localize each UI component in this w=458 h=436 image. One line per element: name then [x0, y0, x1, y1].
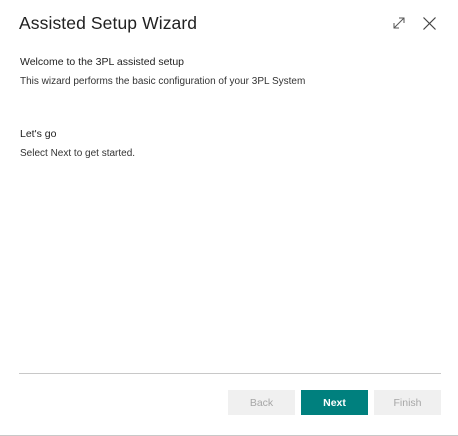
- lets-go-text: Select Next to get started.: [20, 148, 136, 159]
- lets-go-heading: Let's go: [20, 128, 57, 140]
- finish-button[interactable]: Finish: [374, 390, 441, 415]
- expand-icon[interactable]: [390, 14, 408, 32]
- next-button[interactable]: Next: [301, 390, 368, 415]
- assisted-setup-dialog: Assisted Setup Wizard Welcome to the 3PL…: [0, 0, 458, 436]
- dialog-title: Assisted Setup Wizard: [19, 13, 198, 33]
- back-button[interactable]: Back: [228, 390, 295, 415]
- welcome-heading: Welcome to the 3PL assisted setup: [20, 56, 185, 68]
- lets-go-section: Let's go Select Next to get started.: [20, 127, 135, 161]
- dialog-header-actions: [390, 14, 438, 32]
- footer-divider: [19, 373, 441, 374]
- dialog-footer: Back Next Finish: [228, 390, 441, 415]
- welcome-text: This wizard performs the basic configura…: [20, 76, 306, 87]
- welcome-section: Welcome to the 3PL assisted setup This w…: [20, 55, 305, 89]
- close-icon[interactable]: [420, 14, 438, 32]
